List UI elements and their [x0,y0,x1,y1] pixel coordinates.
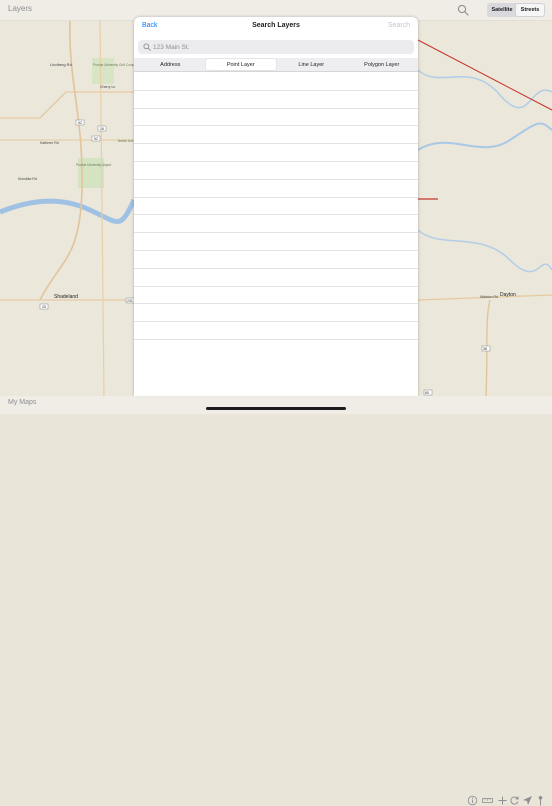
list-item[interactable] [134,91,418,109]
back-button[interactable]: Back [142,22,158,29]
list-item[interactable] [134,322,418,340]
map-label: Kalberer Rd [40,141,59,145]
list-item[interactable] [134,233,418,251]
creek-east-2 [417,229,552,273]
home-indicator[interactable] [206,407,346,410]
map-mode-streets[interactable]: Streets [516,4,544,16]
list-item[interactable] [134,251,418,269]
search-icon[interactable] [457,4,469,16]
map-label: Walston Rd [480,295,498,299]
creek-east [417,69,552,109]
route-shield: 25 [42,305,46,309]
bottom-toolbar: My Maps [0,396,552,806]
route-shield: 52 [94,137,98,141]
list-item[interactable] [134,198,418,216]
list-item[interactable] [134,126,418,145]
refresh-icon[interactable] [509,795,520,806]
list-item[interactable] [134,215,418,234]
map-mode-satellite[interactable]: Satellite [488,4,516,16]
list-item[interactable] [134,180,418,198]
page-title: Layers [8,4,33,13]
search-button[interactable]: Search [388,22,410,29]
list-item[interactable] [134,287,418,305]
tab-address[interactable]: Address [135,59,206,70]
map-label: Cherry Ln [100,85,115,89]
river-east [417,122,552,151]
search-field[interactable] [138,40,414,54]
route-shield: 52 [78,121,82,125]
info-icon[interactable] [467,795,478,806]
ruler-icon[interactable] [482,795,493,806]
golf-complex-area [92,58,114,84]
plus-icon[interactable] [497,795,508,806]
location-arrow-icon[interactable] [522,795,533,806]
list-item[interactable] [134,269,418,287]
list-item[interactable] [134,162,418,180]
list-item[interactable] [134,73,418,91]
list-item[interactable] [134,304,418,323]
panel-header: Search Layers Back Search [134,17,418,38]
map-label: Dayton [500,292,516,298]
map-label: Shadeland [54,294,78,300]
route-shield: 38 [483,347,487,351]
map-label: Beeler Ave [118,139,134,143]
map-label: Klondike Rd [18,177,37,181]
list-item[interactable] [134,109,418,127]
route-shield: 26 [100,127,104,131]
map-mode-segmented-control[interactable]: Satellite Streets [487,3,545,17]
river-west [0,198,137,224]
list-item[interactable] [134,144,418,162]
map-label: Purdue University Airport [76,163,111,167]
my-maps-button[interactable]: My Maps [8,399,36,406]
tab-point-layer[interactable]: Point Layer [205,59,276,70]
results-list [134,73,418,340]
route-shield: 231 [127,299,133,303]
layer-type-tabs: Address Point Layer Line Layer Polygon L… [134,58,418,72]
magnifier-icon [143,43,151,51]
route-shield: 65 [425,391,429,395]
tab-polygon-layer[interactable]: Polygon Layer [347,59,418,70]
route-line-red [417,39,552,111]
panel-title: Search Layers [252,22,300,29]
search-layers-panel: Search Layers Back Search Address Point … [134,17,418,396]
road-lindberg [0,91,134,119]
map-label: Purdue University Golf Complex [93,63,139,67]
search-input[interactable] [153,41,403,53]
map-label: Lindberg Rd [50,62,72,67]
tab-line-layer[interactable]: Line Layer [276,59,347,70]
pin-icon[interactable] [535,795,546,806]
